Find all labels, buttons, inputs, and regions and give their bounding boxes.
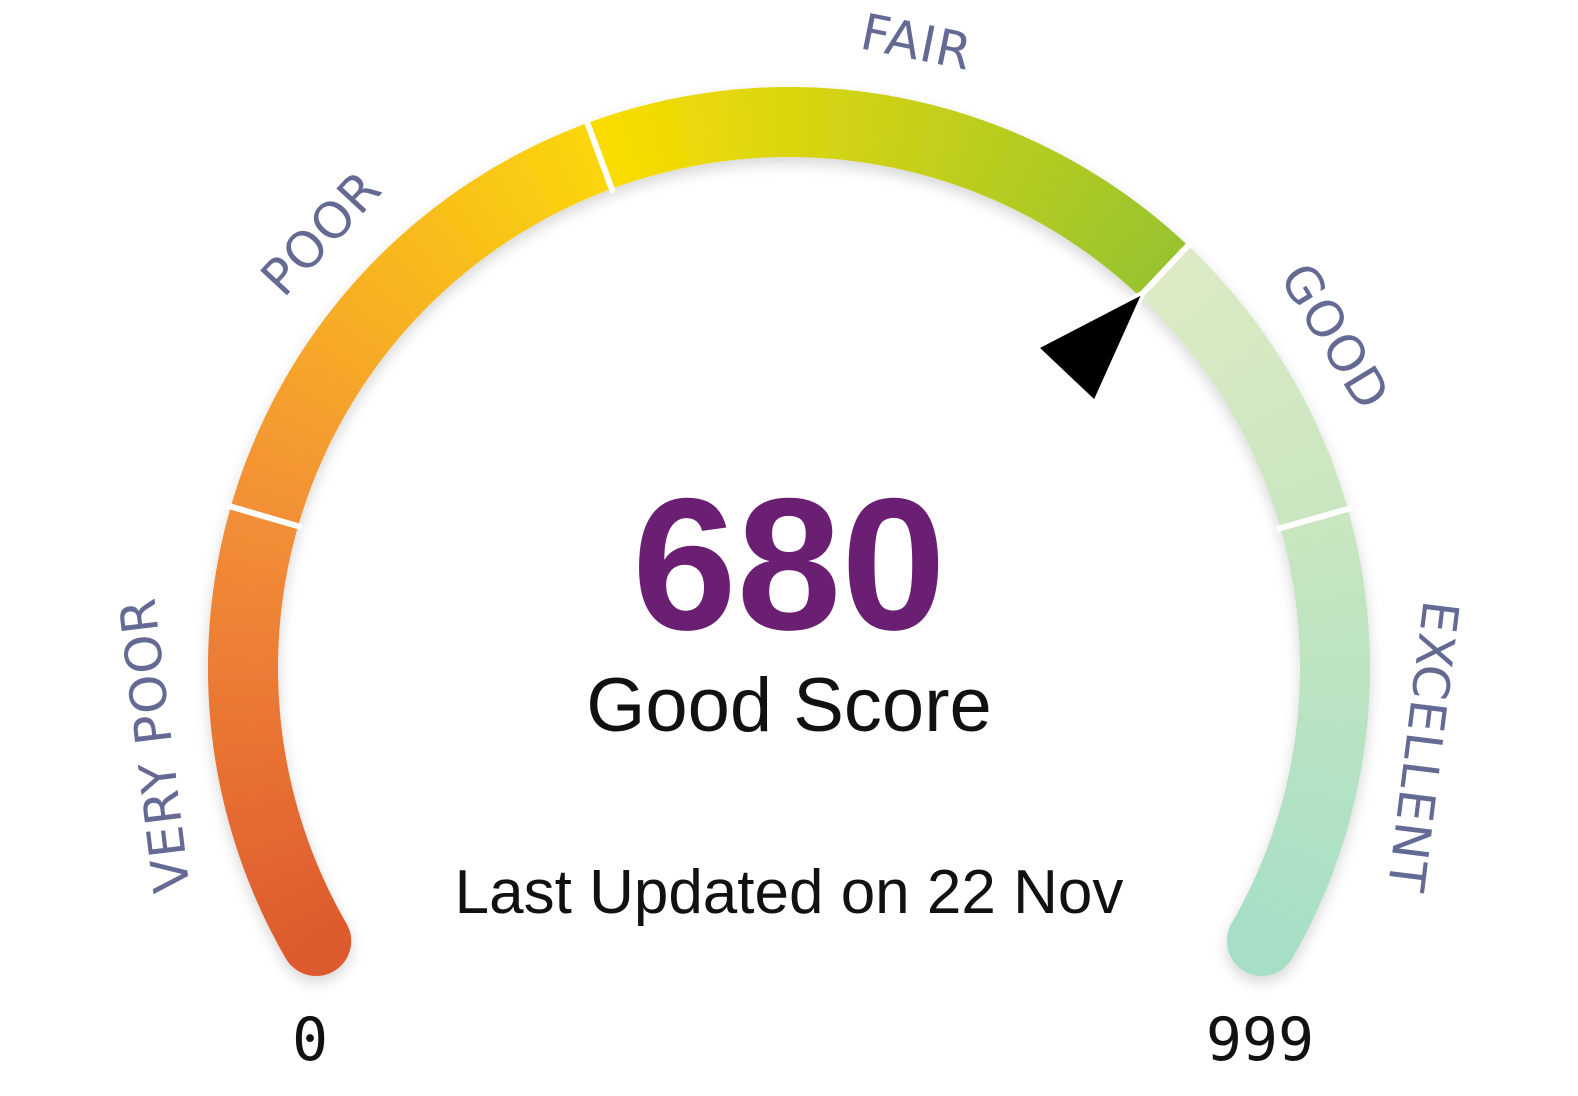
score-pointer-triangle bbox=[1034, 289, 1147, 405]
range-max-label: 999 bbox=[1205, 1005, 1315, 1075]
last-updated-text: Last Updated on 22 Nov bbox=[454, 858, 1124, 927]
range-min-label: 0 bbox=[291, 1005, 329, 1075]
score-value: 680 bbox=[632, 459, 946, 669]
score-rating-label: Good Score bbox=[586, 663, 992, 748]
score-pointer bbox=[1034, 289, 1147, 405]
band-label-fair: FAIR bbox=[856, 3, 977, 82]
band-fair bbox=[587, 86, 1188, 297]
